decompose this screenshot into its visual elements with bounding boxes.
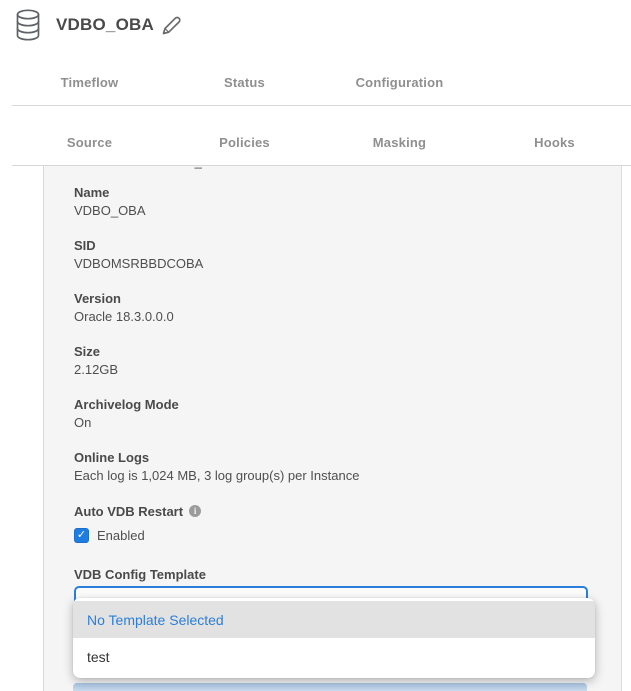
field-value: Each log is 1,024 MB, 3 log group(s) per… xyxy=(74,467,601,485)
subtab-policies[interactable]: Policies xyxy=(167,132,322,153)
enabled-checkbox-label: Enabled xyxy=(97,528,145,543)
dropdown-option-test[interactable]: test xyxy=(73,638,595,675)
field-sid: SID VDBOMSRBBDCOBA xyxy=(74,237,601,273)
field-label: Name xyxy=(74,184,601,202)
field-version: Version Oracle 18.3.0.0.0 xyxy=(74,290,601,326)
subtab-hooks[interactable]: Hooks xyxy=(477,132,631,153)
vdb-config-template-label: VDB Config Template xyxy=(74,566,601,584)
field-value: On xyxy=(74,414,601,432)
field-label: Archivelog Mode xyxy=(74,396,601,414)
main-tabs: Timeflow Status Configuration xyxy=(12,72,631,93)
enabled-checkbox[interactable] xyxy=(74,528,89,543)
field-value: VDBOMSRBBDCOBA xyxy=(74,255,601,273)
template-dropdown-menu: No Template Selected test xyxy=(73,598,595,678)
auto-vdb-restart-label: Auto VDB Restart xyxy=(74,504,183,519)
clipped-bottom-element xyxy=(73,683,587,691)
subtab-masking[interactable]: Masking xyxy=(322,132,477,153)
tab-timeflow[interactable]: Timeflow xyxy=(12,72,167,93)
page-title: VDBO_OBA xyxy=(56,15,154,35)
pencil-icon xyxy=(159,26,183,41)
auto-restart-checkbox-row: Enabled xyxy=(74,527,601,543)
auto-vdb-restart-section: Auto VDB Restart xyxy=(74,502,601,520)
panel-right-divider xyxy=(621,166,622,691)
field-online-logs: Online Logs Each log is 1,024 MB, 3 log … xyxy=(74,449,601,485)
subtab-source[interactable]: Source xyxy=(12,132,167,153)
field-value: 2.12GB xyxy=(74,361,601,379)
field-name: Name VDBO_OBA xyxy=(74,184,601,220)
tabs-divider xyxy=(12,105,631,106)
vdb-configuration-screen: VDBO_OBA Timeflow Status Configuration S… xyxy=(0,0,631,691)
field-label: SID xyxy=(74,237,601,255)
field-archivelog-mode: Archivelog Mode On xyxy=(74,396,601,432)
dropdown-option-no-template[interactable]: No Template Selected xyxy=(73,601,595,638)
field-value: VDBO_OBA xyxy=(74,202,601,220)
database-icon xyxy=(14,8,42,42)
configuration-subtabs: Source Policies Masking Hooks xyxy=(12,132,631,153)
tab-configuration[interactable]: Configuration xyxy=(322,72,477,93)
header: VDBO_OBA xyxy=(0,0,631,56)
field-label: Version xyxy=(74,290,601,308)
field-label: Online Logs xyxy=(74,449,601,467)
field-size: Size 2.12GB xyxy=(74,343,601,379)
field-value: Oracle 18.3.0.0.0 xyxy=(74,308,601,326)
field-label: Size xyxy=(74,343,601,361)
tab-status[interactable]: Status xyxy=(167,72,322,93)
edit-name-button[interactable] xyxy=(158,14,184,40)
clipped-field-value: VDBOMSRBBDCOB_OBA xyxy=(74,166,601,169)
info-icon[interactable] xyxy=(189,505,201,517)
